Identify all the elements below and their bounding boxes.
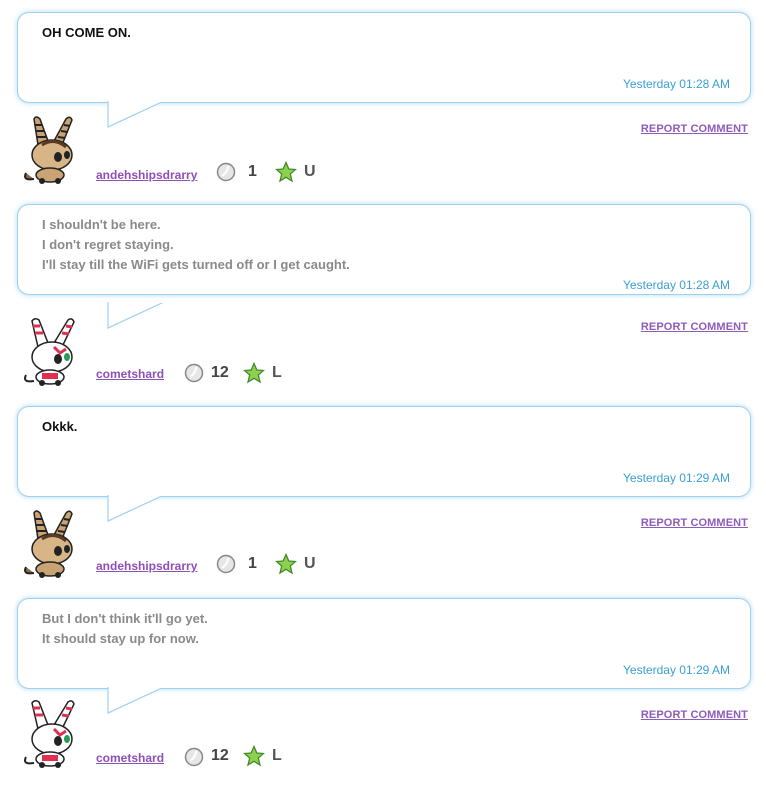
bubble-tail — [107, 687, 165, 714]
comment-text: Okkk. — [42, 417, 730, 437]
report-comment-link[interactable]: REPORT COMMENT — [641, 709, 748, 721]
level-badge: U — [304, 163, 316, 180]
level-badge: L — [272, 364, 282, 381]
comment-bubble: I shouldn't be here. I don't regret stay… — [17, 204, 751, 295]
comment-line: Okkk. — [42, 419, 78, 434]
level-badge: L — [272, 747, 282, 764]
comment-bubble: OH COME ON. Yesterday 01:28 AM — [17, 12, 751, 103]
comment-line: But I don't think it'll go yet. — [42, 611, 208, 626]
comment-bubble: But I don't think it'll go yet. It shoul… — [17, 598, 751, 689]
star-icon — [275, 553, 297, 575]
comment: But I don't think it'll go yet. It shoul… — [0, 598, 766, 790]
comment-text: I shouldn't be here. I don't regret stay… — [42, 215, 730, 275]
comment-timestamp: Yesterday 01:29 AM — [623, 663, 730, 677]
comment: OH COME ON. Yesterday 01:28 AM REPORT CO… — [0, 12, 766, 204]
coin-icon — [216, 554, 236, 574]
comment-line: It should stay up for now. — [42, 631, 199, 646]
username-link[interactable]: andehshipsdrarry — [96, 168, 197, 182]
comment: I shouldn't be here. I don't regret stay… — [0, 204, 766, 396]
star-icon — [243, 362, 265, 384]
coin-count: 12 — [211, 364, 229, 381]
tan-bunny-avatar[interactable] — [20, 115, 84, 185]
username-link[interactable]: cometshard — [96, 367, 164, 381]
coin-count: 1 — [248, 163, 257, 180]
white-red-bunny-avatar[interactable] — [20, 699, 84, 769]
report-comment-link[interactable]: REPORT COMMENT — [641, 321, 748, 333]
comment-text: OH COME ON. — [42, 23, 730, 43]
bubble-tail — [107, 101, 165, 128]
comment-timestamp: Yesterday 01:29 AM — [623, 471, 730, 485]
username-link[interactable]: cometshard — [96, 751, 164, 765]
coin-icon — [216, 162, 236, 182]
bubble-tail — [107, 302, 165, 329]
level-badge: U — [304, 555, 316, 572]
star-icon — [243, 745, 265, 767]
comment-text: But I don't think it'll go yet. It shoul… — [42, 609, 730, 649]
star-icon — [275, 161, 297, 183]
comment: Okkk. Yesterday 01:29 AM REPORT COMMENT … — [0, 406, 766, 598]
white-red-bunny-avatar[interactable] — [20, 317, 84, 387]
username-link[interactable]: andehshipsdrarry — [96, 559, 197, 573]
comment-line: I don't regret staying. — [42, 237, 174, 252]
comment-line: OH COME ON. — [42, 25, 131, 40]
comment-bubble: Okkk. Yesterday 01:29 AM — [17, 406, 751, 497]
report-comment-link[interactable]: REPORT COMMENT — [641, 517, 748, 529]
coin-count: 1 — [248, 555, 257, 572]
tan-bunny-avatar[interactable] — [20, 509, 84, 579]
comment-timestamp: Yesterday 01:28 AM — [623, 278, 730, 292]
coin-icon — [184, 363, 204, 383]
coin-icon — [184, 747, 204, 767]
comment-line: I shouldn't be here. — [42, 217, 161, 232]
coin-count: 12 — [211, 747, 229, 764]
bubble-tail — [107, 495, 165, 522]
comment-timestamp: Yesterday 01:28 AM — [623, 77, 730, 91]
report-comment-link[interactable]: REPORT COMMENT — [641, 123, 748, 135]
comment-line: I'll stay till the WiFi gets turned off … — [42, 257, 350, 272]
